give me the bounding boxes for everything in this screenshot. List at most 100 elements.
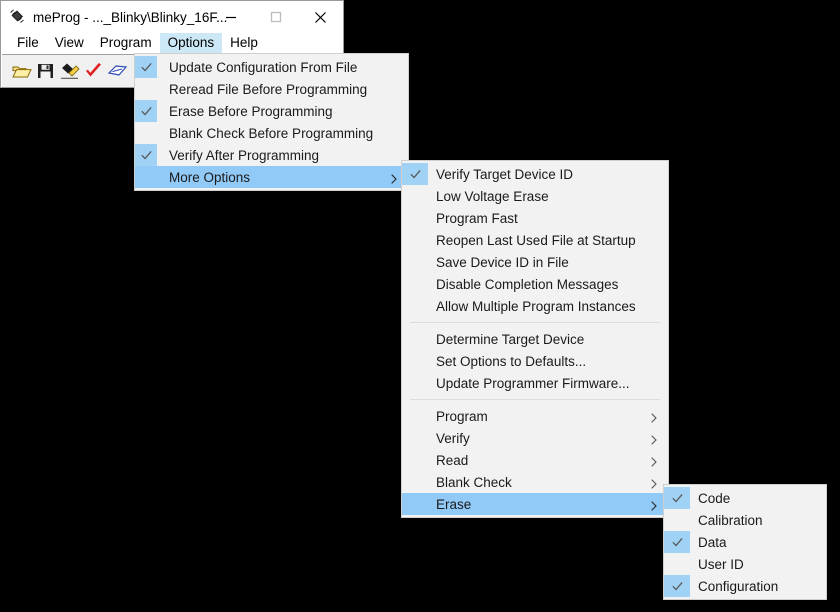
menu-item-label: User ID [698, 556, 744, 572]
menu-item-label: Blank Check Before Programming [169, 125, 374, 141]
menu-item-low-voltage-erase[interactable]: Low Voltage Erase [402, 185, 668, 207]
menu-item-erase-configuration[interactable]: Configuration [664, 575, 826, 597]
menu-item-label: Program Fast [436, 210, 518, 226]
menu-item-reopen-last-used-file-at-startup[interactable]: Reopen Last Used File at Startup [402, 229, 668, 251]
menubar-item-file[interactable]: File [9, 33, 47, 54]
checkmark-slot [402, 185, 428, 207]
checkmark-slot [402, 207, 428, 229]
menu-item-label: Data [698, 534, 727, 550]
menu-item-label: Blank Check [436, 474, 512, 490]
menu-item-verify[interactable]: Verify [402, 427, 668, 449]
menu-item-label: Determine Target Device [436, 331, 585, 347]
checkmark-slot [402, 273, 428, 295]
menubar-item-view[interactable]: View [47, 33, 92, 54]
title-bar: meProg - ..._Blinky\Blinky_16F... [1, 1, 343, 33]
checkmark-icon [135, 100, 157, 122]
menu-item-update-configuration-from-file[interactable]: Update Configuration From File [135, 56, 408, 78]
menu-item-reread-file-before-programming[interactable]: Reread File Before Programming [135, 78, 408, 100]
menu-item-erase-calibration[interactable]: Calibration [664, 509, 826, 531]
checkmark-slot [402, 229, 428, 251]
menu-item-label: Verify After Programming [169, 147, 320, 163]
menubar-item-options[interactable]: Options [159, 33, 223, 54]
menu-item-program-fast[interactable]: Program Fast [402, 207, 668, 229]
chevron-right-icon [651, 411, 657, 423]
menu-item-label: Erase [436, 496, 472, 512]
menu-item-label: Low Voltage Erase [436, 188, 549, 204]
chevron-right-icon [651, 499, 657, 511]
menu-item-label: Verify Target Device ID [436, 166, 574, 182]
menu-item-program[interactable]: Program [402, 405, 668, 427]
close-button[interactable] [298, 1, 343, 33]
chevron-right-icon [391, 172, 397, 184]
checkmark-icon [135, 144, 157, 166]
checkmark-slot [135, 122, 157, 144]
checkmark-slot [402, 350, 428, 372]
checkmark-slot [402, 295, 428, 317]
menu-item-label: Reread File Before Programming [169, 81, 368, 97]
checkmark-icon [664, 531, 690, 553]
more-options-submenu: Verify Target Device ID Low Voltage Eras… [401, 160, 669, 518]
checkmark-slot [664, 553, 690, 575]
menu-item-set-options-to-defaults[interactable]: Set Options to Defaults... [402, 350, 668, 372]
menu-item-label: Verify [436, 430, 470, 446]
menu-item-label: Update Programmer Firmware... [436, 375, 630, 391]
menu-item-disable-completion-messages[interactable]: Disable Completion Messages [402, 273, 668, 295]
menu-item-determine-target-device[interactable]: Determine Target Device [402, 328, 668, 350]
checkmark-icon [402, 163, 428, 185]
checkmark-slot [402, 471, 428, 493]
chip-icon [8, 8, 26, 26]
menu-item-label: Reopen Last Used File at Startup [436, 232, 636, 248]
menu-item-save-device-id-in-file[interactable]: Save Device ID in File [402, 251, 668, 273]
menu-item-label: Calibration [698, 512, 763, 528]
menu-item-erase-before-programming[interactable]: Erase Before Programming [135, 100, 408, 122]
menu-item-label: Disable Completion Messages [436, 276, 619, 292]
checkmark-slot [402, 328, 428, 350]
checkmark-slot [402, 405, 428, 427]
menu-item-label: Erase Before Programming [169, 103, 333, 119]
menu-item-erase[interactable]: Erase [402, 493, 668, 515]
menu-item-label: Save Device ID in File [436, 254, 569, 270]
menu-item-erase-code[interactable]: Code [664, 487, 826, 509]
menu-item-label: Allow Multiple Program Instances [436, 298, 636, 314]
options-dropdown-menu: Update Configuration From File Reread Fi… [134, 53, 409, 191]
verify-icon[interactable] [83, 61, 104, 81]
checkmark-slot [402, 251, 428, 273]
menu-item-blank-check-before-programming[interactable]: Blank Check Before Programming [135, 122, 408, 144]
menu-item-update-programmer-firmware[interactable]: Update Programmer Firmware... [402, 372, 668, 394]
checkmark-icon [664, 487, 690, 509]
menu-item-verify-after-programming[interactable]: Verify After Programming [135, 144, 408, 166]
menu-item-allow-multiple-program-instances[interactable]: Allow Multiple Program Instances [402, 295, 668, 317]
checkmark-slot [402, 493, 428, 515]
menu-item-label: Code [698, 490, 731, 506]
checkmark-icon [135, 56, 157, 78]
menu-item-erase-data[interactable]: Data [664, 531, 826, 553]
erase-submenu: Code Calibration Data User ID Configurat… [663, 484, 827, 600]
checkmark-slot [402, 449, 428, 471]
checkmark-icon [664, 575, 690, 597]
menu-item-erase-user-id[interactable]: User ID [664, 553, 826, 575]
menu-item-label: Program [436, 408, 488, 424]
menu-separator [410, 322, 660, 323]
chevron-right-icon [651, 477, 657, 489]
menu-item-blank-check[interactable]: Blank Check [402, 471, 668, 493]
save-file-icon[interactable] [35, 61, 56, 81]
menu-item-more-options[interactable]: More Options [135, 166, 408, 188]
checkmark-slot [402, 372, 428, 394]
window-title: meProg - ..._Blinky\Blinky_16F... [33, 9, 228, 25]
menu-item-verify-target-device-id[interactable]: Verify Target Device ID [402, 163, 668, 185]
maximize-button[interactable] [253, 1, 298, 33]
checkmark-slot [135, 78, 157, 100]
menu-bar: File View Program Options Help [1, 33, 343, 54]
chevron-right-icon [651, 455, 657, 467]
menubar-item-program[interactable]: Program [92, 33, 160, 54]
open-file-icon[interactable] [11, 61, 32, 81]
minimize-button[interactable] [208, 1, 253, 33]
menu-item-label: More Options [169, 169, 251, 185]
menu-item-read[interactable]: Read [402, 449, 668, 471]
erase-icon[interactable] [107, 61, 128, 81]
chevron-right-icon [651, 433, 657, 445]
menu-item-label: Set Options to Defaults... [436, 353, 587, 369]
program-device-icon[interactable] [59, 61, 80, 81]
checkmark-slot [135, 166, 157, 188]
menubar-item-help[interactable]: Help [222, 33, 266, 54]
